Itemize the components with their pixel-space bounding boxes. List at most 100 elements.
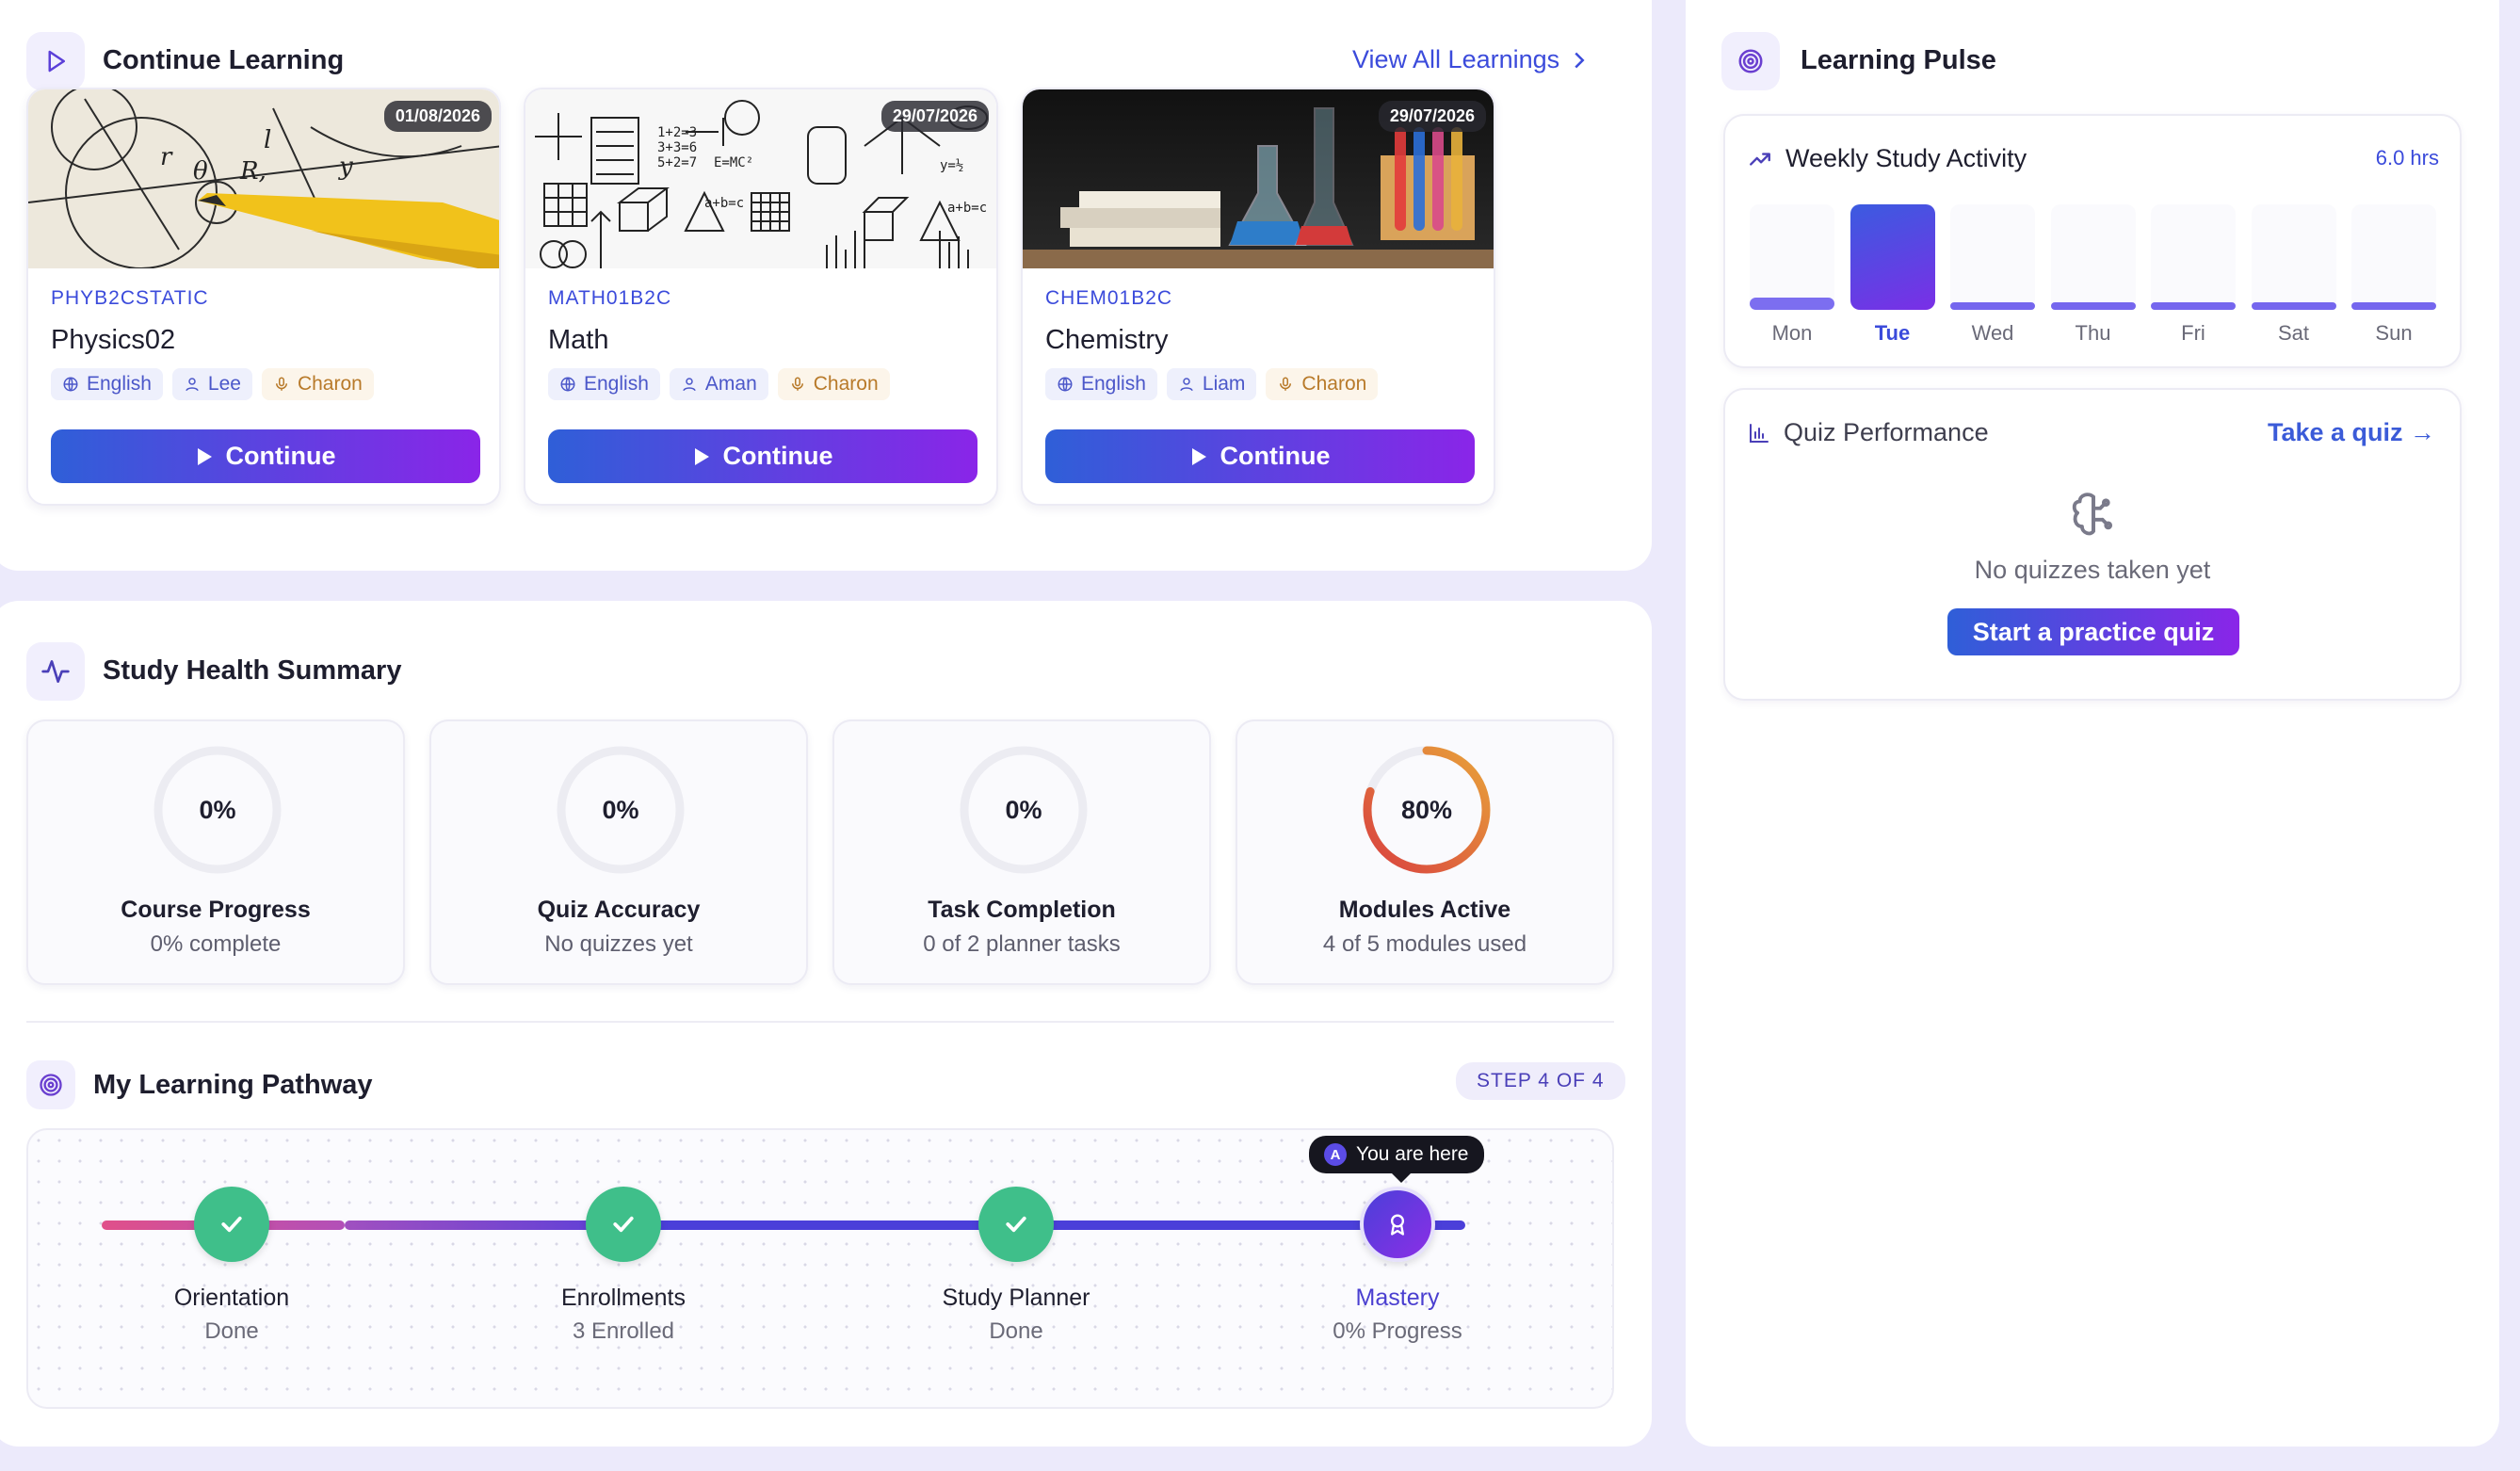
day-label: Tue (1874, 321, 1911, 345)
target-icon (26, 1060, 75, 1109)
pathway-title: My Learning Pathway (93, 1070, 373, 1100)
course-card[interactable]: 1+2=3 3+3=6 5+2=7 E=MC² y=½ a+b=c a+b=c 29/07… (524, 88, 998, 506)
step-status: 0% Progress (1333, 1318, 1462, 1344)
day-bar-mon (1750, 204, 1834, 310)
weekly-activity-title: Weekly Study Activity (1785, 144, 2027, 172)
step-status: 3 Enrolled (572, 1318, 675, 1344)
user-icon (186, 378, 199, 392)
day-bar-fri (2151, 204, 2236, 310)
step-node-enrollments[interactable] (586, 1187, 661, 1262)
teacher-chip: Lee (171, 368, 252, 400)
metric-value: 0% (602, 795, 639, 824)
continue-learning-title: Continue Learning (103, 45, 345, 75)
avatar: A (1324, 1143, 1347, 1166)
continue-button[interactable]: Continue (1045, 429, 1475, 483)
svg-text:l: l (264, 126, 271, 154)
teacher-chip: Aman (669, 368, 768, 400)
voice-label: Charon (813, 373, 879, 395)
course-name: Physics02 (51, 325, 176, 355)
quiz-performance-card: Quiz Performance Take a quiz → No quizze… (1723, 388, 2462, 701)
teacher-label: Aman (704, 373, 757, 395)
metric-label: Modules Active (1338, 897, 1511, 923)
day-label: Sun (2375, 321, 2413, 345)
chevron-right-icon (1575, 52, 1585, 68)
day-bar-sun (2351, 204, 2436, 310)
metric-card-course-progress: 0% Course Progress 0% complete (26, 719, 405, 985)
step-node-orientation[interactable] (194, 1187, 269, 1262)
checkmark-icon (221, 1216, 242, 1233)
course-card[interactable]: r l R, y θ 01/08/2026 PHYB2CSTATIC Physics02… (26, 88, 501, 506)
course-card[interactable]: 29/07/2026 CHEM01B2C Chemistry English L… (1021, 88, 1495, 506)
metric-subtext: 0 of 2 planner tasks (923, 931, 1121, 957)
you-are-here-tooltip: A You are here (1309, 1136, 1484, 1183)
svg-text:a+b=c: a+b=c (704, 196, 744, 211)
teacher-label: Lee (207, 373, 241, 395)
user-icon (1180, 378, 1193, 392)
bar-chart-icon (1750, 423, 1769, 443)
day-bar-fill (1950, 302, 2035, 310)
metric-subtext: 0% complete (150, 931, 282, 957)
course-code: MATH01B2C (548, 287, 672, 309)
teacher-label: Liam (1202, 373, 1246, 395)
course-name: Chemistry (1045, 325, 1169, 355)
day-label: Mon (1771, 321, 1813, 345)
step-label: Enrollments (561, 1285, 686, 1311)
metric-label: Course Progress (121, 897, 311, 923)
learning-pulse-title: Learning Pulse (1801, 45, 1996, 75)
svg-text:y=½: y=½ (940, 158, 963, 173)
course-tags: English Aman Charon (548, 368, 890, 400)
section-divider (26, 1021, 1614, 1023)
continue-learning-panel: Continue Learning View All Learnings r lR… (0, 0, 1652, 571)
play-icon (694, 447, 709, 465)
weekly-activity-header: Weekly Study Activity (1748, 144, 2027, 173)
course-date-badge: 29/07/2026 (880, 101, 989, 132)
course-name: Math (548, 325, 609, 355)
svg-text:E=MC²: E=MC² (714, 155, 753, 170)
continue-label: Continue (1220, 442, 1331, 470)
metric-card-task-completion: 0% Task Completion 0 of 2 planner tasks (832, 719, 1211, 985)
track-segment (345, 1220, 627, 1230)
step-label: Study Planner (942, 1285, 1090, 1311)
voice-label: Charon (297, 373, 363, 395)
continue-button[interactable]: Continue (51, 429, 480, 483)
svg-text:5+2=7: 5+2=7 (657, 155, 697, 170)
metric-value: 80% (1400, 795, 1453, 824)
continue-label: Continue (225, 442, 336, 470)
view-all-label: View All Learnings (1352, 45, 1560, 73)
voice-chip: Charon (1266, 368, 1379, 400)
day-bar-fill (1850, 204, 1935, 310)
pathway-track: A You are here Orientation Done Enrollme… (26, 1128, 1614, 1409)
start-practice-quiz-button[interactable]: Start a practice quiz (1947, 608, 2239, 655)
day-bar-fill (2151, 302, 2236, 310)
language-chip: English (1045, 368, 1157, 400)
user-icon (683, 378, 696, 392)
day-bar-fill (2050, 302, 2136, 310)
globe-icon (560, 377, 575, 392)
metric-value: 0% (199, 795, 236, 824)
trending-up-icon (1750, 152, 1770, 166)
course-thumbnail-chemistry: 29/07/2026 (1023, 89, 1494, 268)
course-code: PHYB2CSTATIC (51, 287, 209, 309)
course-date-badge: 29/07/2026 (1378, 101, 1486, 132)
microphone-icon (791, 377, 803, 391)
play-icon (1191, 447, 1206, 465)
award-icon (1391, 1214, 1404, 1236)
svg-text:y: y (338, 153, 353, 181)
globe-icon (1058, 377, 1073, 392)
checkmark-icon (613, 1216, 634, 1233)
no-quizzes-message: No quizzes taken yet (1974, 556, 2211, 584)
take-a-quiz-link[interactable]: Take a quiz → (2268, 418, 2435, 447)
step-node-study-planner[interactable] (978, 1187, 1054, 1262)
course-tags: English Liam Charon (1045, 368, 1379, 400)
continue-button[interactable]: Continue (548, 429, 977, 483)
step-node-mastery[interactable] (1360, 1187, 1435, 1262)
study-health-title: Study Health Summary (103, 655, 402, 686)
weekly-study-activity-card: Weekly Study Activity 6.0 hrs Mon Tue Wed T… (1723, 114, 2462, 368)
globe-icon (63, 377, 78, 392)
target-icon (1721, 32, 1780, 90)
metric-card-quiz-accuracy: 0% Quiz Accuracy No quizzes yet (429, 719, 808, 985)
day-label: Sat (2277, 321, 2310, 345)
microphone-icon (1280, 377, 1292, 391)
study-health-panel: Study Health Summary 0% Course Progress … (0, 601, 1652, 1447)
view-all-learnings-link[interactable]: View All Learnings (1352, 45, 1586, 74)
